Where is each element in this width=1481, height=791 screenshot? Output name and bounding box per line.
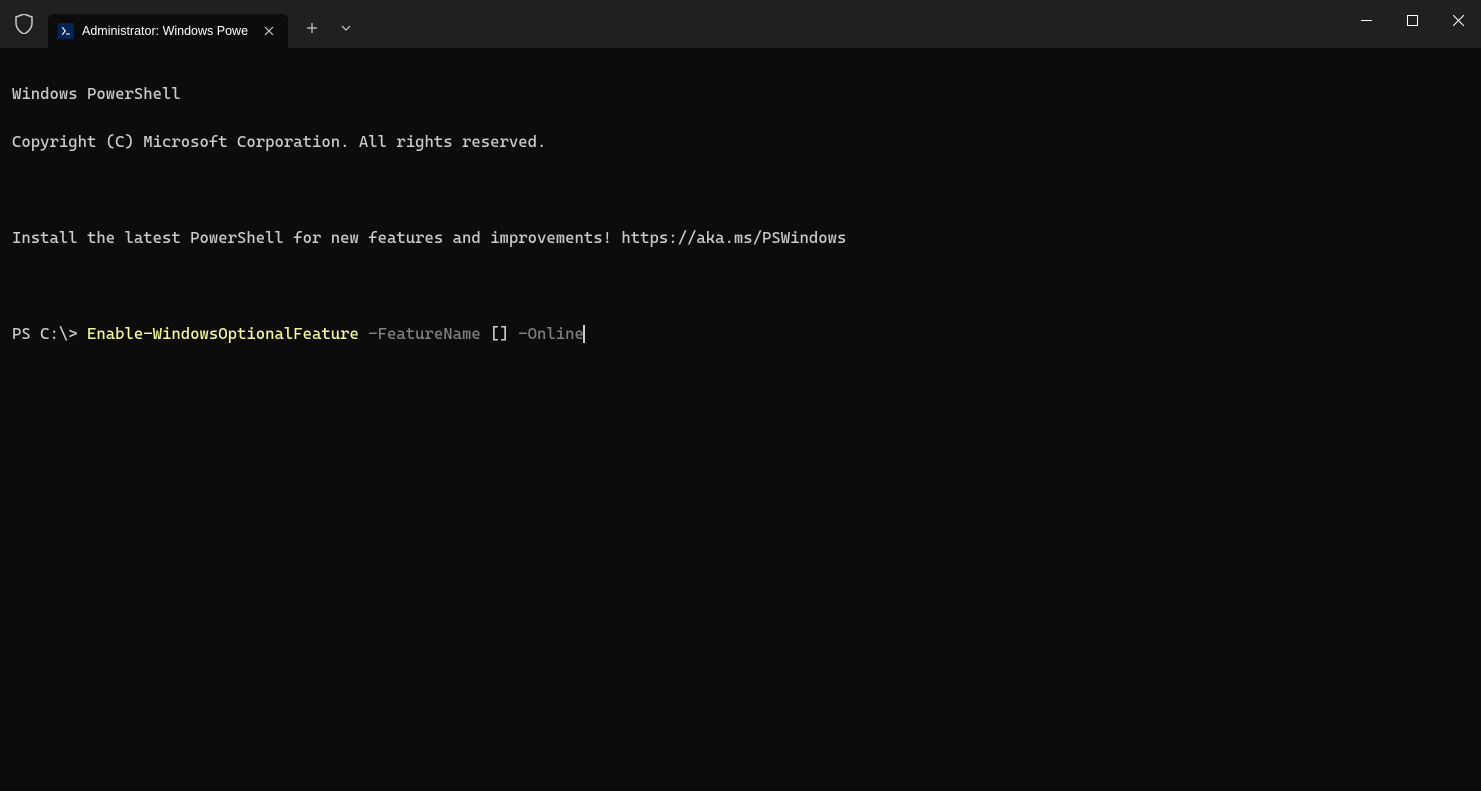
tab-powershell[interactable]: Administrator: Windows Powe [48, 14, 288, 48]
terminal-output[interactable]: Windows PowerShell Copyright (C) Microso… [0, 48, 1481, 380]
prompt: PS C:\> [12, 324, 87, 343]
minimize-button[interactable] [1343, 0, 1389, 40]
parameter: -Online [509, 324, 584, 343]
output-blank-line [12, 178, 1469, 202]
maximize-button[interactable] [1389, 0, 1435, 40]
new-tab-button[interactable] [296, 12, 328, 44]
titlebar: Administrator: Windows Powe [0, 0, 1481, 48]
command-line: PS C:\> Enable-WindowsOptionalFeature -F… [12, 322, 1469, 346]
window-controls [1343, 0, 1481, 40]
output-line: Windows PowerShell [12, 82, 1469, 106]
parameter: -FeatureName [359, 324, 490, 343]
output-line: Install the latest PowerShell for new fe… [12, 226, 1469, 250]
output-line: Copyright (C) Microsoft Corporation. All… [12, 130, 1469, 154]
tab-title: Administrator: Windows Powe [82, 24, 252, 38]
cmdlet-name: Enable-WindowsOptionalFeature [87, 324, 359, 343]
cursor [583, 325, 585, 343]
tab-dropdown-button[interactable] [330, 12, 362, 44]
brackets: [] [490, 324, 509, 343]
tab-close-button[interactable] [260, 22, 278, 40]
powershell-icon [58, 23, 74, 39]
close-button[interactable] [1435, 0, 1481, 40]
output-blank-line [12, 274, 1469, 298]
app-shield-icon [0, 0, 48, 48]
